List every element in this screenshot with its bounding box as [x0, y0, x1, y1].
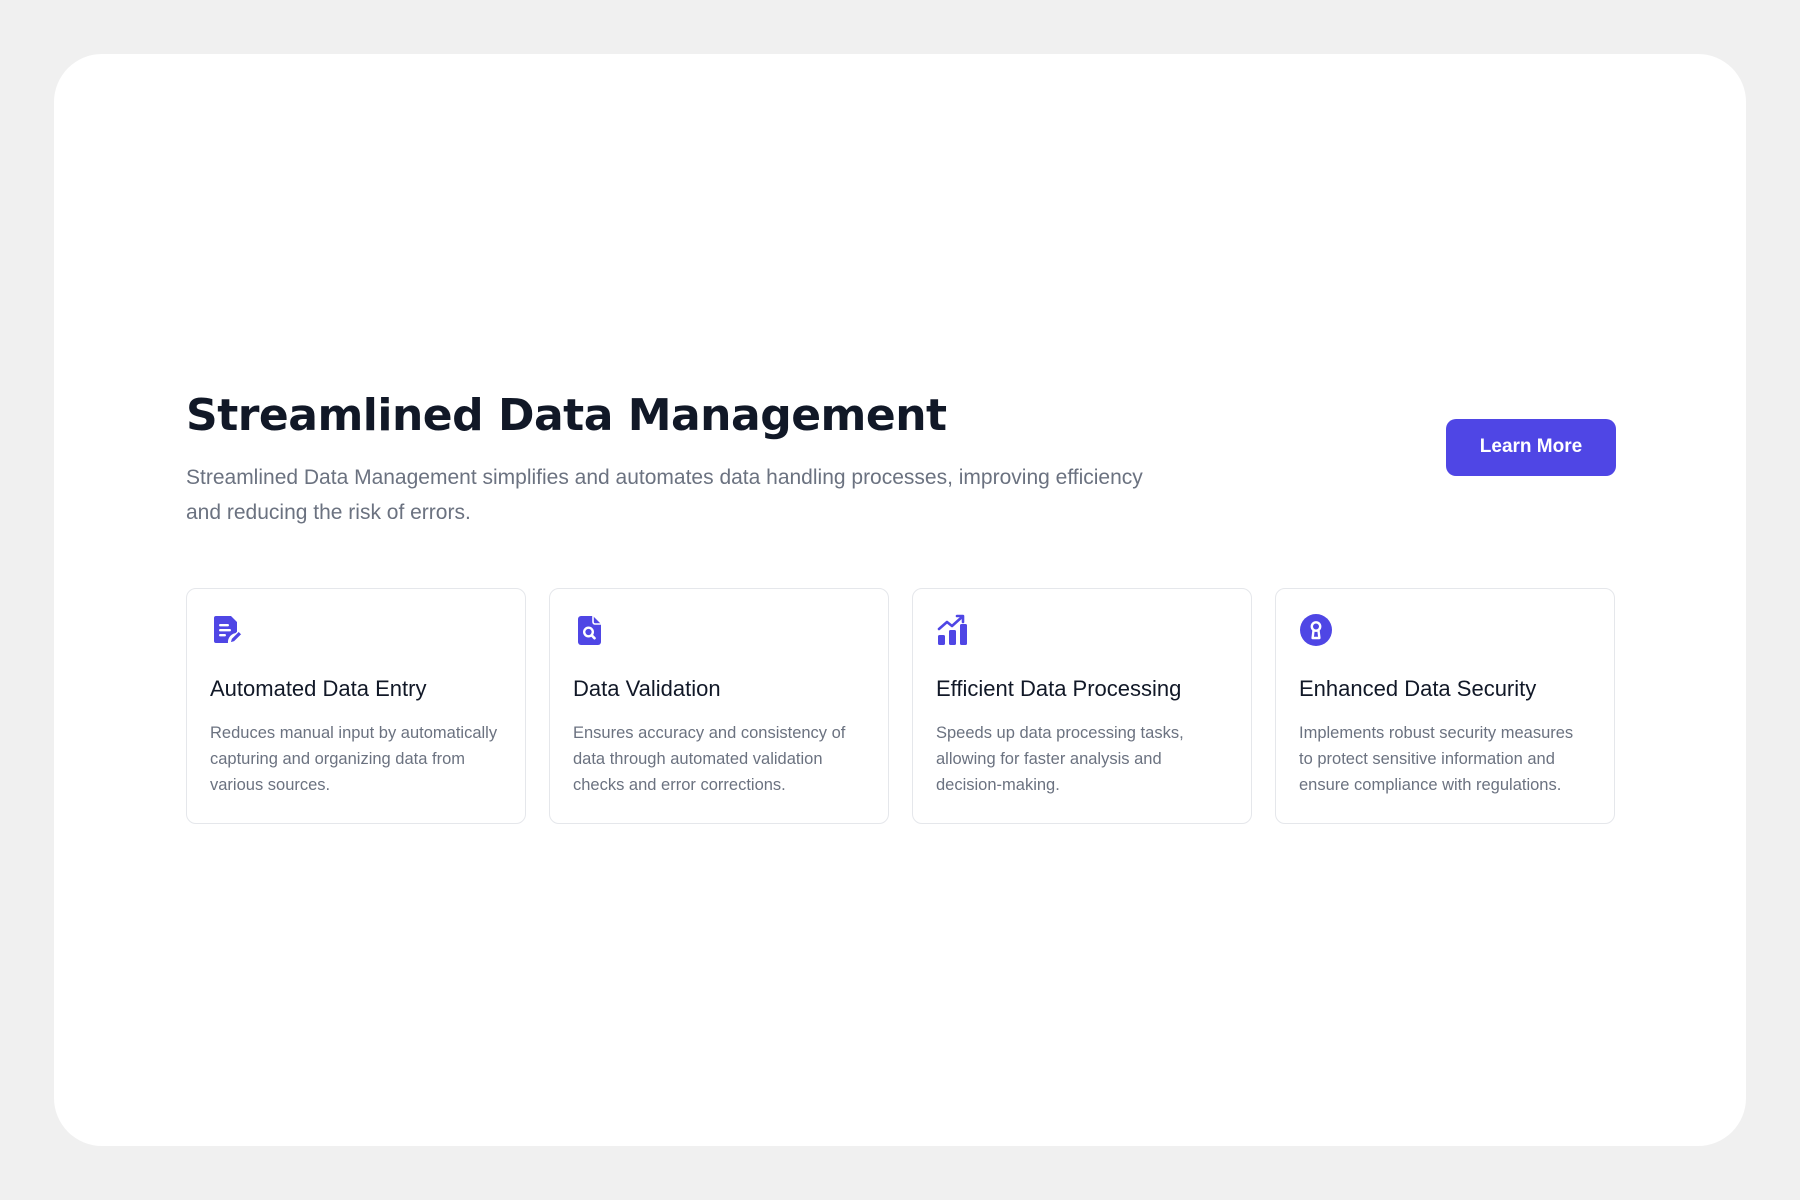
- card-description: Implements robust security measures to p…: [1299, 724, 1574, 794]
- page-frame: Streamlined Data Management Streamlined …: [54, 54, 1746, 1146]
- feature-card-enhanced-data-security: Enhanced Data Security Implements robust…: [1275, 588, 1615, 824]
- section-header: Streamlined Data Management Streamlined …: [186, 384, 1616, 530]
- card-title: Data Validation: [573, 676, 721, 701]
- page-title: Streamlined Data Management: [186, 390, 947, 441]
- document-edit-icon: [214, 616, 243, 644]
- feature-card-data-validation: Data Validation Ensures accuracy and con…: [549, 588, 889, 824]
- feature-section: Streamlined Data Management Streamlined …: [186, 384, 1616, 824]
- header-text: Streamlined Data Management Streamlined …: [186, 384, 1146, 530]
- feature-card-automated-data-entry: Automated Data Entry Reduces manual inpu…: [186, 588, 526, 824]
- card-description: Speeds up data processing tasks, allowin…: [936, 724, 1184, 794]
- card-description: Ensures accuracy and consistency of data…: [573, 724, 846, 794]
- card-description: Reduces manual input by automatically ca…: [210, 724, 498, 794]
- card-title: Enhanced Data Security: [1299, 676, 1537, 701]
- learn-more-button[interactable]: Learn More: [1446, 418, 1616, 476]
- card-title: Automated Data Entry: [210, 676, 427, 701]
- feature-card-efficient-data-processing: Efficient Data Processing Speeds up data…: [912, 588, 1252, 824]
- page-subtitle: Streamlined Data Management simplifies a…: [186, 466, 1143, 524]
- chart-growth-icon: [937, 614, 967, 645]
- document-search-icon: [578, 616, 601, 645]
- feature-cards: Automated Data Entry Reduces manual inpu…: [186, 588, 1616, 824]
- card-title: Efficient Data Processing: [936, 676, 1182, 701]
- keyhole-icon: [1300, 614, 1332, 646]
